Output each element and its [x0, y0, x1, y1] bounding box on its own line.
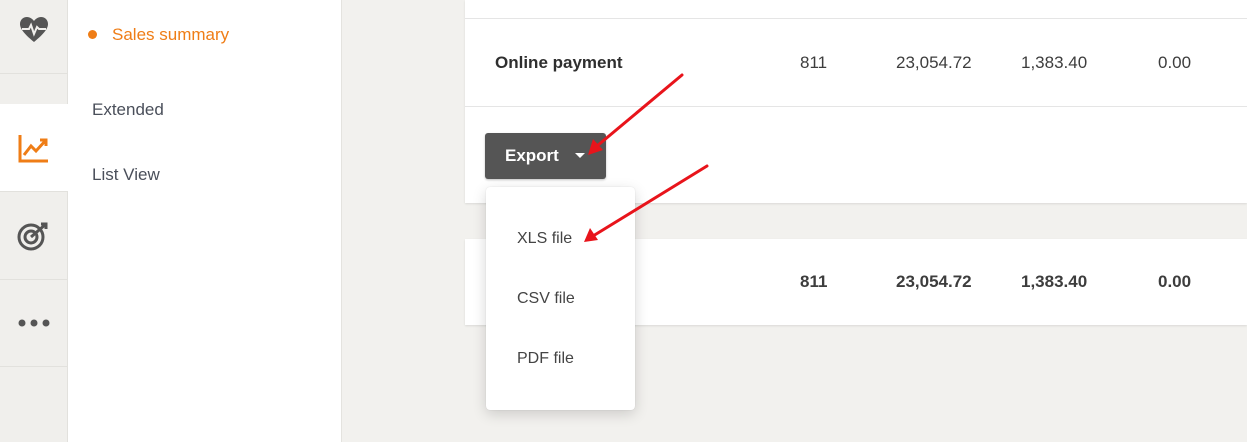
- total-other: 0.00: [1158, 272, 1192, 291]
- reports-submenu: Sales summary Extended List View: [68, 0, 342, 442]
- cell-amount: 23,054.72: [896, 53, 972, 72]
- submenu-item-sales-summary[interactable]: Sales summary: [112, 25, 229, 45]
- target-icon: [17, 222, 48, 250]
- export-option-pdf[interactable]: PDF file: [517, 350, 574, 368]
- cell-count: 811: [800, 53, 828, 72]
- export-option-csv[interactable]: CSV file: [517, 290, 575, 308]
- export-button-label: Export: [505, 146, 559, 165]
- total-count: 811: [800, 272, 828, 291]
- rail-item-health[interactable]: [0, 0, 68, 74]
- rail-item-goals[interactable]: [0, 192, 68, 280]
- active-indicator-dot: [88, 30, 97, 39]
- rail-item-more[interactable]: [0, 279, 68, 367]
- cell-other: 0.00: [1158, 53, 1192, 72]
- row-divider: [465, 18, 1247, 19]
- export-button[interactable]: Export: [485, 133, 606, 179]
- heart-pulse-icon: [20, 16, 48, 42]
- rail-item-reports[interactable]: [0, 104, 68, 192]
- row-label-online-payment: Online payment: [495, 53, 623, 72]
- export-option-xls[interactable]: XLS file: [517, 230, 572, 248]
- submenu-item-list-view[interactable]: List View: [92, 165, 160, 185]
- total-amount: 23,054.72: [896, 272, 972, 291]
- more-dots-icon: [18, 319, 50, 326]
- row-divider: [465, 106, 1247, 107]
- cell-tax: 1,383.40: [1021, 53, 1088, 72]
- trend-chart-icon: [18, 134, 48, 162]
- total-tax: 1,383.40: [1021, 272, 1088, 291]
- export-dropdown-menu: XLS file CSV file PDF file: [486, 187, 635, 410]
- icon-rail: [0, 0, 68, 442]
- chevron-down-icon: [575, 153, 585, 158]
- submenu-item-extended[interactable]: Extended: [92, 100, 164, 120]
